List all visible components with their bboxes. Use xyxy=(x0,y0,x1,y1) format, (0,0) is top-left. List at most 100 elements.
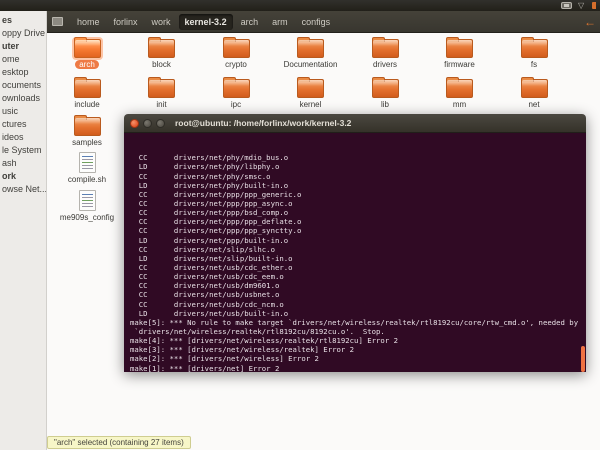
folder-icon xyxy=(148,77,175,98)
terminal-line: make[5]: *** No rule to make target `dri… xyxy=(130,317,579,327)
folder-drivers[interactable]: drivers xyxy=(350,37,420,69)
sidebar-item[interactable]: ocuments xyxy=(0,79,46,92)
sidebar-item[interactable]: ash xyxy=(0,157,46,170)
sidebar-item[interactable]: es xyxy=(0,14,46,27)
icon-label: arch xyxy=(75,60,99,69)
terminal-line: CC drivers/net/ppp/bsd_comp.o xyxy=(130,208,289,218)
terminal-line: `drivers/net/wireless/realtek/rtl8192cu/… xyxy=(130,326,385,336)
folder-arch[interactable]: arch xyxy=(52,37,122,69)
icon-label: ipc xyxy=(230,100,242,109)
minimize-button[interactable] xyxy=(143,118,152,128)
folder-icon xyxy=(297,37,324,58)
sidebar-item[interactable]: uter xyxy=(0,40,46,53)
terminal-title: root@ubuntu: /home/forlinx/work/kernel-3… xyxy=(175,118,352,128)
maximize-button[interactable] xyxy=(156,118,165,128)
terminal-line: LD drivers/net/phy/built-in.o xyxy=(130,180,289,190)
folder-icon xyxy=(222,77,250,98)
sidebar-item[interactable]: usic xyxy=(0,105,46,118)
folder-init[interactable]: init xyxy=(127,77,197,109)
folder-samples[interactable]: samples xyxy=(52,115,122,147)
folder-icon xyxy=(73,37,101,58)
icon-label: block xyxy=(152,60,171,69)
folder-include[interactable]: include xyxy=(52,77,122,109)
folder-fs[interactable]: fs xyxy=(499,37,569,69)
terminal-line: CC drivers/net/ppp/ppp_synctty.o xyxy=(130,226,302,236)
terminal-line: CC drivers/net/usb/cdc_ncm.o xyxy=(130,299,284,309)
pathbar-overflow-arrow-icon[interactable]: ← xyxy=(584,16,596,28)
icon-label: mm xyxy=(452,100,467,109)
sidebar-item[interactable]: oppy Drive xyxy=(0,27,46,40)
icon-label: compile.sh xyxy=(67,175,107,184)
pathbar-crumb-home[interactable]: home xyxy=(71,14,106,30)
terminal-line: CC drivers/net/usb/cdc_eem.o xyxy=(130,272,284,282)
terminal-line: CC drivers/net/phy/mdio_bus.o xyxy=(130,153,289,163)
terminal-line: CC drivers/net/usb/dm9601.o xyxy=(130,281,280,291)
terminal-line: LD drivers/net/ppp/built-in.o xyxy=(130,235,289,245)
close-button[interactable] xyxy=(130,118,139,128)
top-panel: ▽ xyxy=(0,0,600,11)
terminal-line: make[2]: *** [drivers/net/wireless] Erro… xyxy=(130,354,319,364)
terminal-line: CC drivers/net/ppp/ppp_deflate.o xyxy=(130,217,302,227)
pathbar: home forlinx work kernel-3.2 arch arm configs … xyxy=(47,11,600,33)
terminal-line: LD drivers/net/phy/libphy.o xyxy=(130,162,280,172)
chevron-down-icon[interactable]: ▽ xyxy=(578,1,586,10)
sidebar-item[interactable]: ome xyxy=(0,53,46,66)
text-file-icon xyxy=(78,152,96,173)
folder-crypto[interactable]: crypto xyxy=(201,37,271,69)
folder-icon xyxy=(73,115,101,136)
folder-Documentation[interactable]: Documentation xyxy=(276,37,346,69)
folder-icon xyxy=(520,77,548,98)
pathbar-crumb-kernel-3.2[interactable]: kernel-3.2 xyxy=(178,13,233,30)
pathbar-crumb-arm[interactable]: arm xyxy=(266,14,294,30)
icon-label: firmware xyxy=(444,60,475,69)
terminal-line: CC drivers/net/usb/cdc_ether.o xyxy=(130,263,293,272)
pathbar-crumb-forlinx[interactable]: forlinx xyxy=(108,14,144,30)
keyboard-indicator-icon[interactable] xyxy=(561,2,572,9)
terminal-window: root@ubuntu: /home/forlinx/work/kernel-3… xyxy=(124,114,586,372)
folder-kernel[interactable]: kernel xyxy=(276,77,346,109)
icon-label: fs xyxy=(530,60,538,69)
terminal-line: LD drivers/net/usb/built-in.o xyxy=(130,308,289,318)
sidebar-item[interactable]: ctures xyxy=(0,118,46,131)
folder-lib[interactable]: lib xyxy=(350,77,420,109)
computer-icon[interactable] xyxy=(52,17,63,26)
icon-label: net xyxy=(528,100,540,109)
breadcrumb: home forlinx work kernel-3.2 arch arm configs xyxy=(71,13,337,30)
folder-icon xyxy=(446,77,473,98)
folder-firmware[interactable]: firmware xyxy=(425,37,495,69)
pathbar-crumb-arch[interactable]: arch xyxy=(235,14,265,30)
terminal-line: CC drivers/net/ppp/ppp_generic.o xyxy=(130,189,302,199)
folder-ipc[interactable]: ipc xyxy=(201,77,271,109)
icon-label: drivers xyxy=(372,60,397,69)
sidebar-item[interactable]: le System xyxy=(0,144,46,157)
pathbar-crumb-configs[interactable]: configs xyxy=(296,14,337,30)
sidebar-item[interactable]: esktop xyxy=(0,66,46,79)
icon-label: init xyxy=(156,100,167,109)
sidebar-item[interactable]: owse Net... xyxy=(0,183,46,196)
places-sidebar: es oppy Drive uter ome esktop ocuments ownload… xyxy=(0,11,47,450)
terminal-line: make[3]: *** [drivers/net/wireless/realt… xyxy=(130,345,355,355)
text-file-icon xyxy=(78,190,96,211)
terminal-scrollbar-thumb[interactable] xyxy=(581,346,585,372)
folder-block[interactable]: block xyxy=(127,37,197,69)
folder-icon xyxy=(73,77,101,98)
icon-label: lib xyxy=(380,100,389,109)
terminal-line: LD drivers/net/slip/built-in.o xyxy=(130,253,293,263)
folder-net[interactable]: net xyxy=(499,77,569,109)
file-compile.sh[interactable]: compile.sh xyxy=(52,152,122,184)
pathbar-crumb-work[interactable]: work xyxy=(146,14,177,30)
sidebar-item[interactable]: ideos xyxy=(0,131,46,144)
sidebar-item[interactable]: ownloads xyxy=(0,92,46,105)
sidebar-item[interactable]: ork xyxy=(0,170,46,183)
terminal-output[interactable]: CC drivers/net/phy/mdio_bus.o LD drivers… xyxy=(124,133,586,372)
terminal-line: make[4]: *** [drivers/net/wireless/realt… xyxy=(130,336,398,346)
terminal-titlebar[interactable]: root@ubuntu: /home/forlinx/work/kernel-3… xyxy=(124,114,586,133)
folder-mm[interactable]: mm xyxy=(425,77,495,109)
icon-label: me909s_config xyxy=(59,213,115,222)
terminal-line: CC drivers/net/usb/usbnet.o xyxy=(130,290,280,300)
cropped-indicator-icon[interactable] xyxy=(592,2,596,9)
folder-icon xyxy=(222,37,250,58)
folder-icon xyxy=(148,37,175,58)
folder-icon xyxy=(371,77,399,98)
file-me909s_config[interactable]: me909s_config xyxy=(52,190,122,222)
